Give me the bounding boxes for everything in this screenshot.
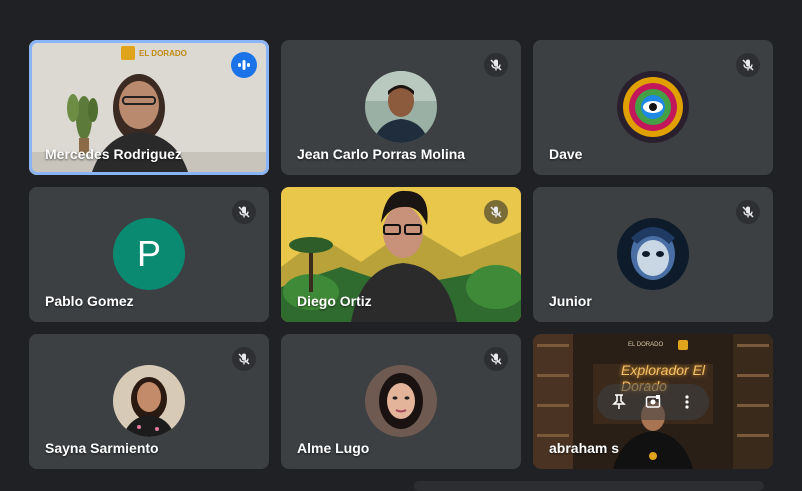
mic-off-icon <box>238 353 250 365</box>
frame-icon <box>645 395 661 408</box>
participant-tile-dave[interactable]: Dave <box>533 40 773 175</box>
participant-name: abraham s <box>549 440 620 456</box>
mute-indicator <box>232 200 256 224</box>
participant-name: Diego Ortiz <box>297 293 372 309</box>
frame-button[interactable] <box>639 388 667 416</box>
participant-tile-junior[interactable]: Junior <box>533 187 773 322</box>
mic-off-icon <box>490 59 502 71</box>
logo-text: EL DORADO <box>139 49 187 58</box>
avatar <box>113 365 185 437</box>
participant-name: Sayna Sarmiento <box>45 440 159 456</box>
participant-tile-abraham[interactable]: EL DORADO Explorador El Dorado <box>533 334 773 469</box>
mic-off-icon <box>490 353 502 365</box>
participant-grid: EL DORADO Mercedes Rodriguez Jean Carlo … <box>29 40 773 469</box>
pin-icon <box>612 394 626 409</box>
participant-name: Dave <box>549 146 583 162</box>
participant-tile-mercedes[interactable]: EL DORADO Mercedes Rodriguez <box>29 40 269 175</box>
participant-tile-sayna[interactable]: Sayna Sarmiento <box>29 334 269 469</box>
mic-off-icon <box>238 206 250 218</box>
participant-tile-pablo[interactable]: P Pablo Gomez <box>29 187 269 322</box>
tile-hover-controls <box>597 384 709 420</box>
avatar <box>617 218 689 290</box>
logo-text: EL DORADO <box>628 342 664 348</box>
mic-off-icon <box>490 206 502 218</box>
logo-mark <box>121 46 135 60</box>
bottom-toolbar-edge <box>414 481 764 491</box>
participant-name: Mercedes Rodriguez <box>45 146 182 162</box>
mute-indicator <box>736 53 760 77</box>
avatar <box>365 365 437 437</box>
participant-tile-alme[interactable]: Alme Lugo <box>281 334 521 469</box>
mute-indicator <box>232 347 256 371</box>
avatar <box>617 71 689 143</box>
more-vert-icon <box>685 395 689 409</box>
participant-name: Jean Carlo Porras Molina <box>297 146 466 162</box>
mute-indicator <box>736 200 760 224</box>
pin-button[interactable] <box>605 388 633 416</box>
participant-name: Alme Lugo <box>297 440 370 456</box>
mute-indicator <box>484 53 508 77</box>
mute-indicator <box>484 200 508 224</box>
audio-level-icon <box>238 60 250 70</box>
participant-tile-diego[interactable]: Diego Ortiz <box>281 187 521 322</box>
avatar-initial: P <box>113 218 185 290</box>
mic-off-icon <box>742 206 754 218</box>
participant-name: Junior <box>549 293 592 309</box>
avatar <box>365 71 437 143</box>
more-options-button[interactable] <box>673 388 701 416</box>
participant-tile-jean-carlo[interactable]: Jean Carlo Porras Molina <box>281 40 521 175</box>
speaking-indicator <box>231 52 257 78</box>
mic-off-icon <box>742 59 754 71</box>
mute-indicator <box>484 347 508 371</box>
participant-name: Pablo Gomez <box>45 293 134 309</box>
